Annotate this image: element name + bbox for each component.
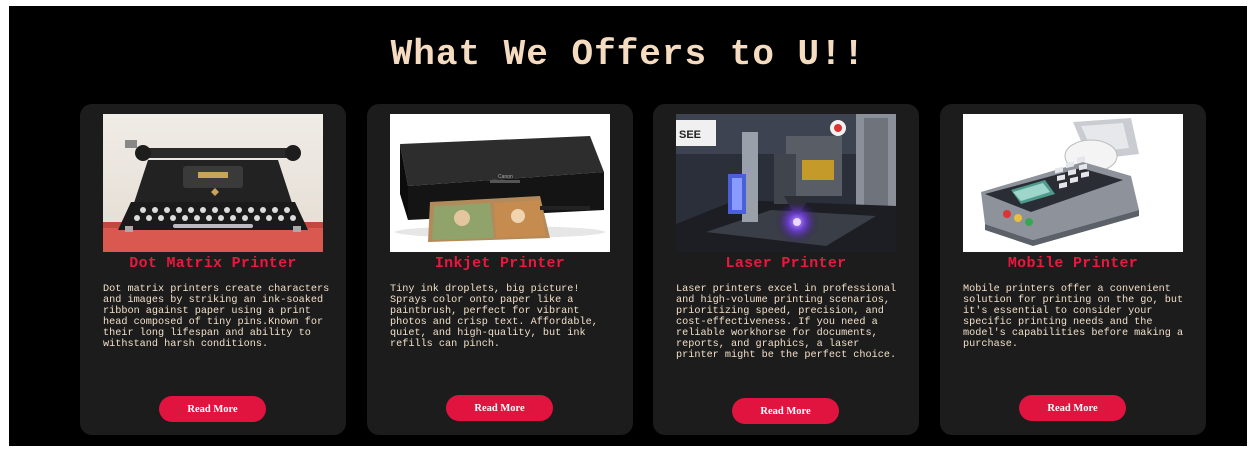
read-more-button[interactable]: Read More (446, 395, 553, 421)
card-description: Dot matrix printers create characters an… (103, 284, 330, 350)
section-heading: What We Offers to U!! (390, 34, 866, 75)
read-more-button[interactable]: Read More (732, 398, 839, 424)
svg-text:SEE: SEE (679, 129, 701, 141)
card-title: Inkjet Printer (434, 255, 566, 272)
card-description: Laser printers excel in professional and… (676, 284, 897, 361)
card-title: Mobile Printer (1007, 255, 1139, 272)
read-more-button[interactable]: Read More (159, 396, 266, 422)
svg-text:Canon: Canon (498, 174, 513, 180)
card-title: Dot Matrix Printer (129, 255, 297, 272)
services-section: What We Offers to U!! Dot Matrix Printer… (9, 6, 1247, 446)
typewriter-image (103, 114, 323, 252)
service-card-dot-matrix: Dot Matrix Printer Dot matrix printers c… (80, 104, 346, 435)
service-card-inkjet: Canon Inkjet Printer Tiny ink droplets, … (367, 104, 633, 435)
inkjet-printer-image: Canon (390, 114, 610, 252)
service-card-laser: SEE Laser Printer Laser printers excel i… (653, 104, 919, 435)
card-title: Laser Printer (725, 255, 847, 272)
laser-printer-image: SEE (676, 114, 896, 252)
card-description: Tiny ink droplets, big picture! Sprays c… (390, 284, 598, 350)
mobile-printer-image (963, 114, 1183, 252)
card-description: Mobile printers offer a convenient solut… (963, 284, 1184, 350)
read-more-button[interactable]: Read More (1019, 395, 1126, 421)
service-card-mobile: Mobile Printer Mobile printers offer a c… (940, 104, 1206, 435)
